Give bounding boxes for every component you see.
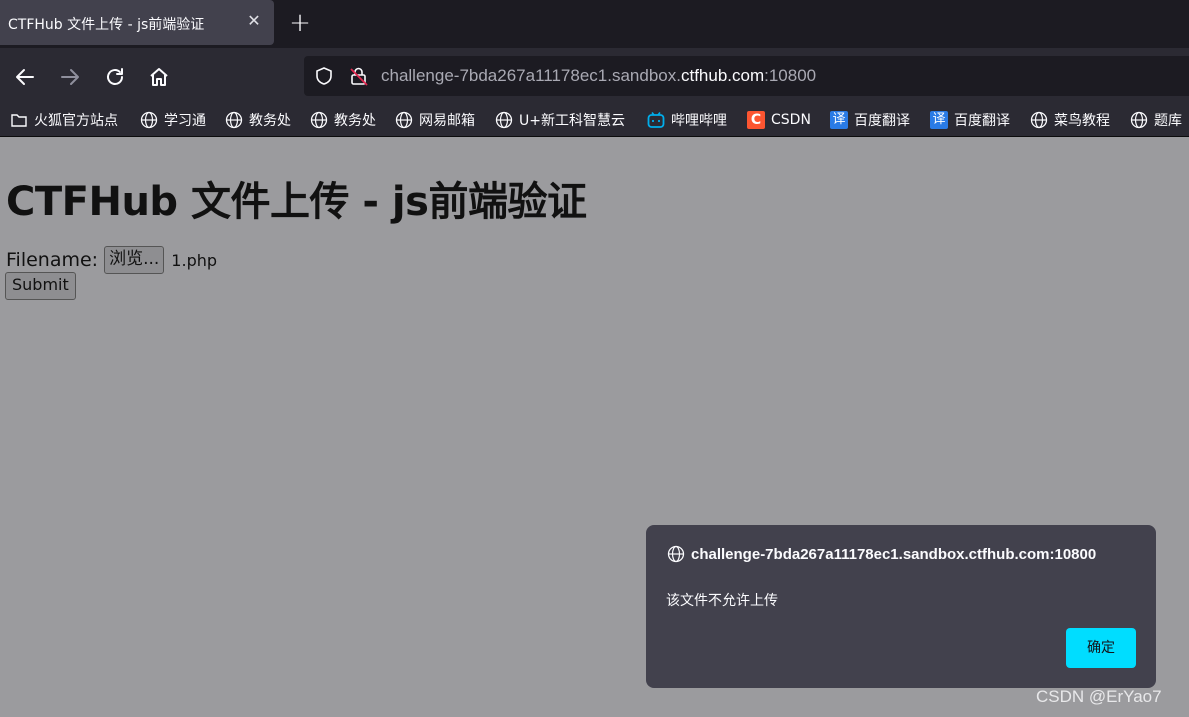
selected-file-name: 1.php (171, 250, 218, 270)
browser-tab-active[interactable]: CTFHub 文件上传 - js前端验证 ✕ (0, 0, 274, 45)
tab-strip: CTFHub 文件上传 - js前端验证 ✕ + (0, 0, 1189, 48)
bookmarks-toolbar: 火狐官方站点 学习通 教务处 教务处 网易邮箱 U+新工科智慧云 哔哩哔哩 C … (0, 106, 1189, 136)
translate-icon: 译 (830, 111, 848, 129)
globe-icon (495, 111, 513, 129)
bookmark-item[interactable]: 哔哩哔哩 (647, 108, 727, 132)
upload-form-row: Filename: 浏览... 1.php (6, 246, 217, 274)
csdn-icon: C (747, 111, 765, 129)
globe-icon (1030, 111, 1048, 129)
dialog-origin: challenge-7bda267a11178ec1.sandbox.ctfhu… (691, 546, 1097, 563)
navigation-toolbar: challenge-7bda267a11178ec1.sandbox.ctfhu… (0, 48, 1189, 106)
reload-icon[interactable] (103, 65, 127, 89)
back-arrow-icon[interactable] (13, 65, 37, 89)
watermark: CSDN @ErYao7 (1036, 687, 1162, 706)
globe-icon (310, 111, 328, 129)
bookmark-item[interactable]: 学习通 (140, 108, 206, 132)
globe-icon (667, 545, 685, 563)
globe-icon (225, 111, 243, 129)
bookmark-item[interactable]: 教务处 (310, 108, 376, 132)
filename-label: Filename: (6, 249, 99, 271)
close-tab-icon[interactable]: ✕ (246, 13, 262, 29)
bookmark-item[interactable]: 火狐官方站点 (10, 108, 118, 132)
globe-icon (140, 111, 158, 129)
bookmark-item[interactable]: U+新工科智慧云 (495, 108, 625, 132)
submit-button[interactable]: Submit (5, 272, 76, 300)
globe-icon (395, 111, 413, 129)
new-tab-button[interactable]: + (288, 10, 312, 36)
translate-icon: 译 (930, 111, 948, 129)
page-title: CTFHub 文件上传 - js前端验证 (6, 179, 587, 225)
bookmark-item[interactable]: 网易邮箱 (395, 108, 475, 132)
tracking-shield-icon[interactable] (314, 66, 334, 86)
folder-icon (11, 114, 27, 127)
browse-button[interactable]: 浏览... (104, 246, 165, 274)
bookmark-item[interactable]: 译 百度翻译 (930, 108, 1010, 132)
tab-title: CTFHub 文件上传 - js前端验证 (8, 17, 205, 33)
bookmark-item[interactable]: C CSDN (747, 108, 811, 132)
bilibili-icon (647, 112, 665, 128)
alert-dialog: challenge-7bda267a11178ec1.sandbox.ctfhu… (646, 525, 1156, 688)
bookmark-item[interactable]: 题库 (1130, 108, 1182, 132)
bookmark-item[interactable]: 教务处 (225, 108, 291, 132)
url-bar[interactable]: challenge-7bda267a11178ec1.sandbox.ctfhu… (304, 56, 1189, 96)
forward-arrow-icon[interactable] (58, 65, 82, 89)
ok-button[interactable]: 确定 (1066, 628, 1136, 668)
home-icon[interactable] (147, 65, 171, 89)
dialog-message: 该文件不允许上传 (666, 593, 778, 609)
insecure-lock-icon[interactable] (348, 65, 370, 87)
globe-icon (1130, 111, 1148, 129)
bookmark-item[interactable]: 菜鸟教程 (1030, 108, 1110, 132)
url-text: challenge-7bda267a11178ec1.sandbox.ctfhu… (381, 66, 817, 85)
bookmark-item[interactable]: 译 百度翻译 (830, 108, 910, 132)
